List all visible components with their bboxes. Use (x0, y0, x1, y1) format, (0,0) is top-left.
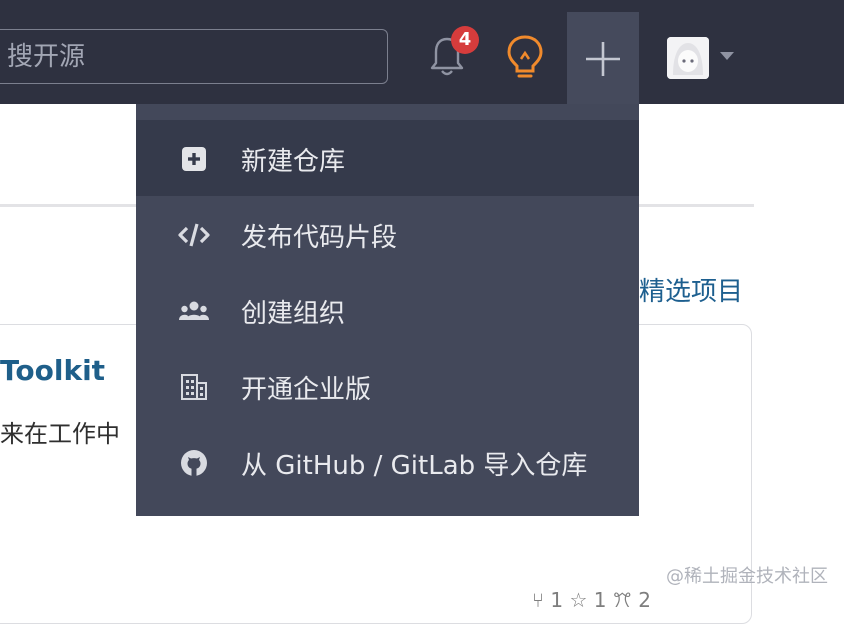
project-stats: ⑂ 1 ☆ 1 ꔫ 2 (532, 588, 651, 612)
top-navbar: 4 (0, 0, 844, 104)
avatar-image (667, 37, 709, 79)
menu-item-label: 从 GitHub / GitLab 导入仓库 (241, 451, 588, 481)
menu-item-create-org[interactable]: 创建组织 (136, 272, 639, 348)
menu-item-enterprise[interactable]: 开通企业版 (136, 348, 639, 424)
plus-square-icon (182, 147, 206, 171)
menu-item-new-repo[interactable]: 新建仓库 (136, 120, 639, 196)
menu-item-label: 创建组织 (241, 299, 346, 329)
watermark: @稀土掘金技术社区 (666, 566, 828, 587)
building-icon (181, 374, 207, 400)
lightbulb-icon[interactable] (505, 33, 545, 81)
menu-item-publish-snippet[interactable]: 发布代码片段 (136, 196, 639, 272)
menu-item-label: 开通企业版 (241, 375, 372, 405)
code-icon (178, 223, 210, 247)
notification-badge: 4 (451, 26, 479, 54)
project-title[interactable]: Toolkit (0, 354, 105, 387)
menu-item-label: 发布代码片段 (241, 223, 398, 253)
github-icon (181, 450, 207, 476)
menu-item-label: 新建仓库 (241, 147, 346, 177)
search-input[interactable] (5, 30, 369, 84)
featured-projects-link[interactable]: 精选项目 (639, 271, 743, 308)
users-icon (179, 301, 209, 320)
menu-item-import-repo[interactable]: 从 GitHub / GitLab 导入仓库 (136, 424, 639, 500)
plus-icon (586, 42, 620, 76)
search-box[interactable] (0, 29, 388, 84)
create-new-button[interactable] (567, 12, 639, 104)
user-avatar[interactable] (667, 37, 709, 79)
create-dropdown-menu: 新建仓库 发布代码片段 创建组织 开通企业版 从 GitHub / GitLab… (136, 104, 639, 516)
project-description: 来在工作中 (0, 420, 120, 448)
chevron-down-icon[interactable] (720, 52, 734, 60)
